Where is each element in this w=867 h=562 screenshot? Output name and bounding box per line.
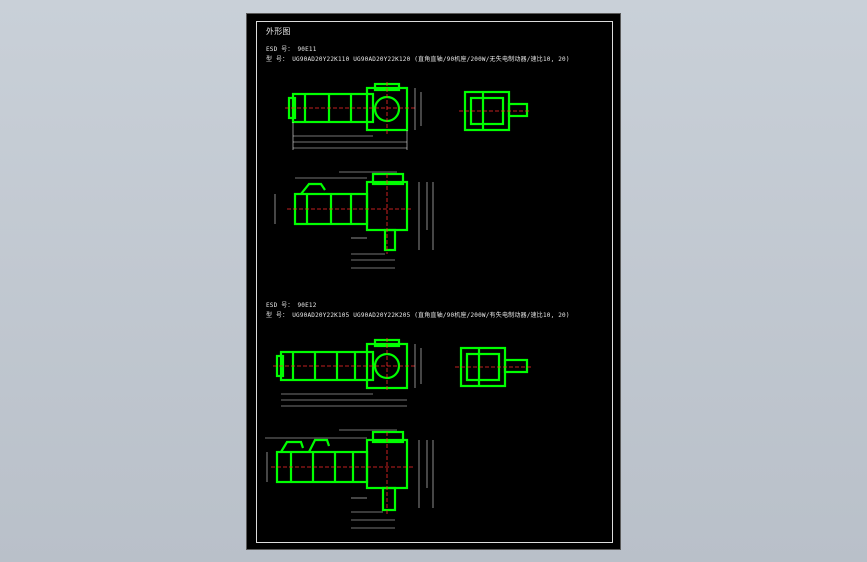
s1-side-view [293,172,409,252]
s2-side-view [275,430,409,512]
drawing-sheet: 外形图 ESD 号： 90E11 型 号： UG90AD20Y22K110 UG… [246,13,621,550]
cad-drawing [265,82,531,529]
